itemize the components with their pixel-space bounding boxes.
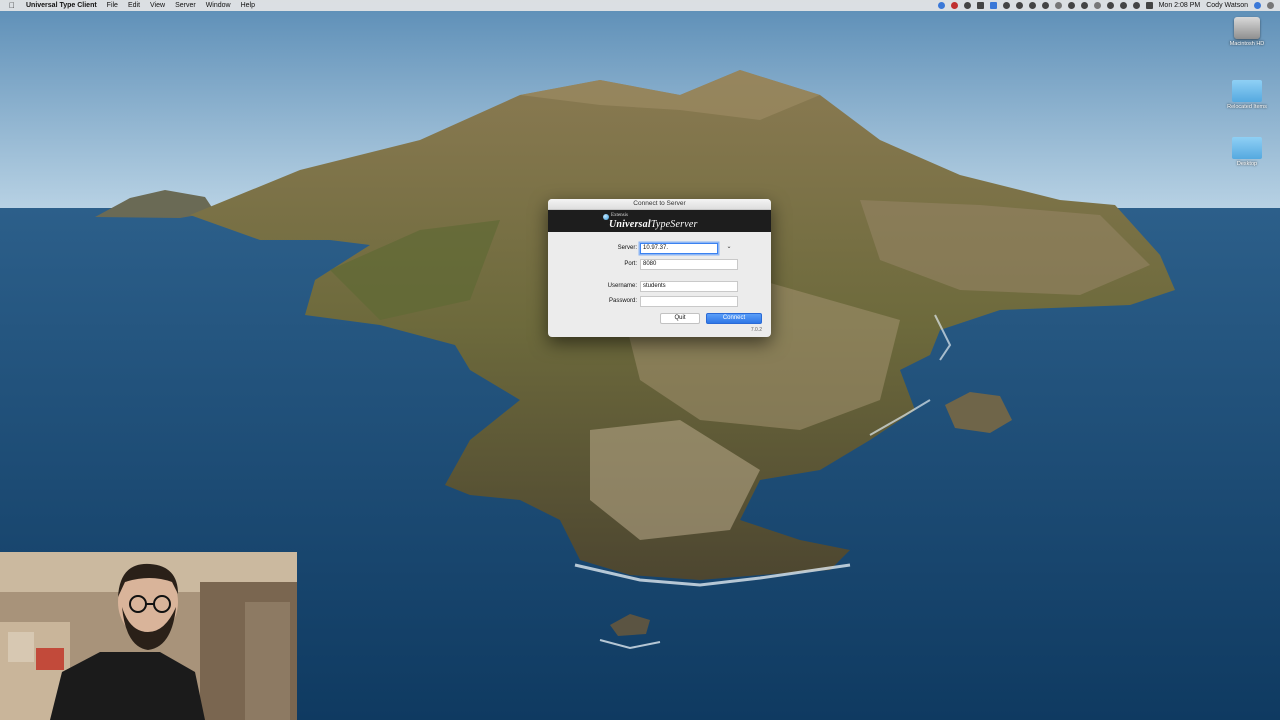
username-row: Username: students (548, 281, 771, 292)
menu-file[interactable]: File (107, 2, 118, 9)
desktop-icon-desktop[interactable]: Desktop (1220, 137, 1274, 167)
extensis-icon[interactable] (989, 2, 997, 9)
connect-to-server-dialog: Connect to Server Extensis UniversalType… (548, 199, 771, 337)
desktop-icon-label: Desktop (1236, 161, 1258, 167)
volume-icon[interactable] (1119, 2, 1127, 9)
wifi-icon[interactable] (1132, 2, 1140, 9)
dialog-title: Connect to Server (548, 199, 771, 210)
brand-title: UniversalTypeServer (609, 219, 698, 230)
siri-icon[interactable] (1254, 2, 1261, 9)
quit-button[interactable]: Quit (660, 313, 700, 324)
menu-window[interactable]: Window (206, 2, 231, 9)
hard-drive-icon (1234, 17, 1260, 39)
time-machine-icon[interactable] (1093, 2, 1101, 9)
settings-icon[interactable] (1041, 2, 1049, 9)
desktop-icon-macintosh-hd[interactable]: Macintosh HD (1220, 17, 1274, 47)
record-icon[interactable] (950, 2, 958, 9)
bolt-icon[interactable] (1015, 2, 1023, 9)
menu-view[interactable]: View (150, 2, 165, 9)
presenter-video-frame (0, 552, 297, 720)
connect-button[interactable]: Connect (706, 313, 762, 324)
menu-edit[interactable]: Edit (128, 2, 140, 9)
server-dropdown-icon[interactable]: ⌄ (724, 243, 734, 252)
menu-bar:  Universal Type Client File Edit View S… (0, 0, 1280, 11)
port-input[interactable]: 8080 (640, 259, 738, 270)
password-label: Password: (608, 298, 637, 304)
server-row: Server: 10.97.37. ⌄ (548, 243, 771, 254)
folder-icon (1232, 137, 1262, 159)
menu-help[interactable]: Help (241, 2, 255, 9)
glasses-icon[interactable] (1054, 2, 1062, 9)
webcam-overlay (0, 552, 297, 720)
apple-icon[interactable]:  (6, 1, 18, 10)
notification-center-icon[interactable] (1267, 2, 1274, 9)
folder-icon (1232, 80, 1262, 102)
port-label: Port: (624, 261, 637, 267)
brand-title-bold: Universal (609, 219, 651, 230)
port-row: Port: 8080 (548, 259, 771, 270)
sync-icon[interactable] (937, 2, 945, 9)
screen-icon[interactable] (976, 2, 984, 9)
desktop-icon-label: Relocated Items (1227, 104, 1267, 110)
menu-server[interactable]: Server (175, 2, 196, 9)
username-input[interactable]: students (640, 281, 738, 292)
dropbox-icon[interactable] (1002, 2, 1010, 9)
gauge-icon[interactable] (1067, 2, 1075, 9)
server-input[interactable]: 10.97.37. (640, 243, 718, 254)
username-label: Username: (607, 283, 637, 289)
camera-icon[interactable] (963, 2, 971, 9)
bluetooth-icon[interactable] (1106, 2, 1114, 9)
desktop-icon-label: Macintosh HD (1229, 41, 1265, 47)
password-input[interactable] (640, 296, 738, 307)
menubar-user[interactable]: Cody Watson (1206, 2, 1248, 9)
desktop-icon-relocated-items[interactable]: Relocated Items (1220, 80, 1274, 110)
version-label: 7.0.2 (750, 327, 762, 333)
menubar-clock[interactable]: Mon 2:08 PM (1159, 2, 1201, 9)
puzzle-icon[interactable] (1028, 2, 1036, 9)
brand-banner: Extensis UniversalTypeServer (548, 210, 771, 232)
server-label: Server: (617, 245, 637, 251)
password-row: Password: (548, 296, 771, 307)
status-area: Mon 2:08 PM Cody Watson (937, 2, 1274, 9)
brand-small-text: Extensis (611, 213, 628, 218)
clock-icon[interactable] (1080, 2, 1088, 9)
brand-title-rest: TypeServer (650, 219, 698, 230)
airplay-icon[interactable] (1145, 2, 1153, 9)
menu-app-name[interactable]: Universal Type Client (26, 2, 97, 9)
